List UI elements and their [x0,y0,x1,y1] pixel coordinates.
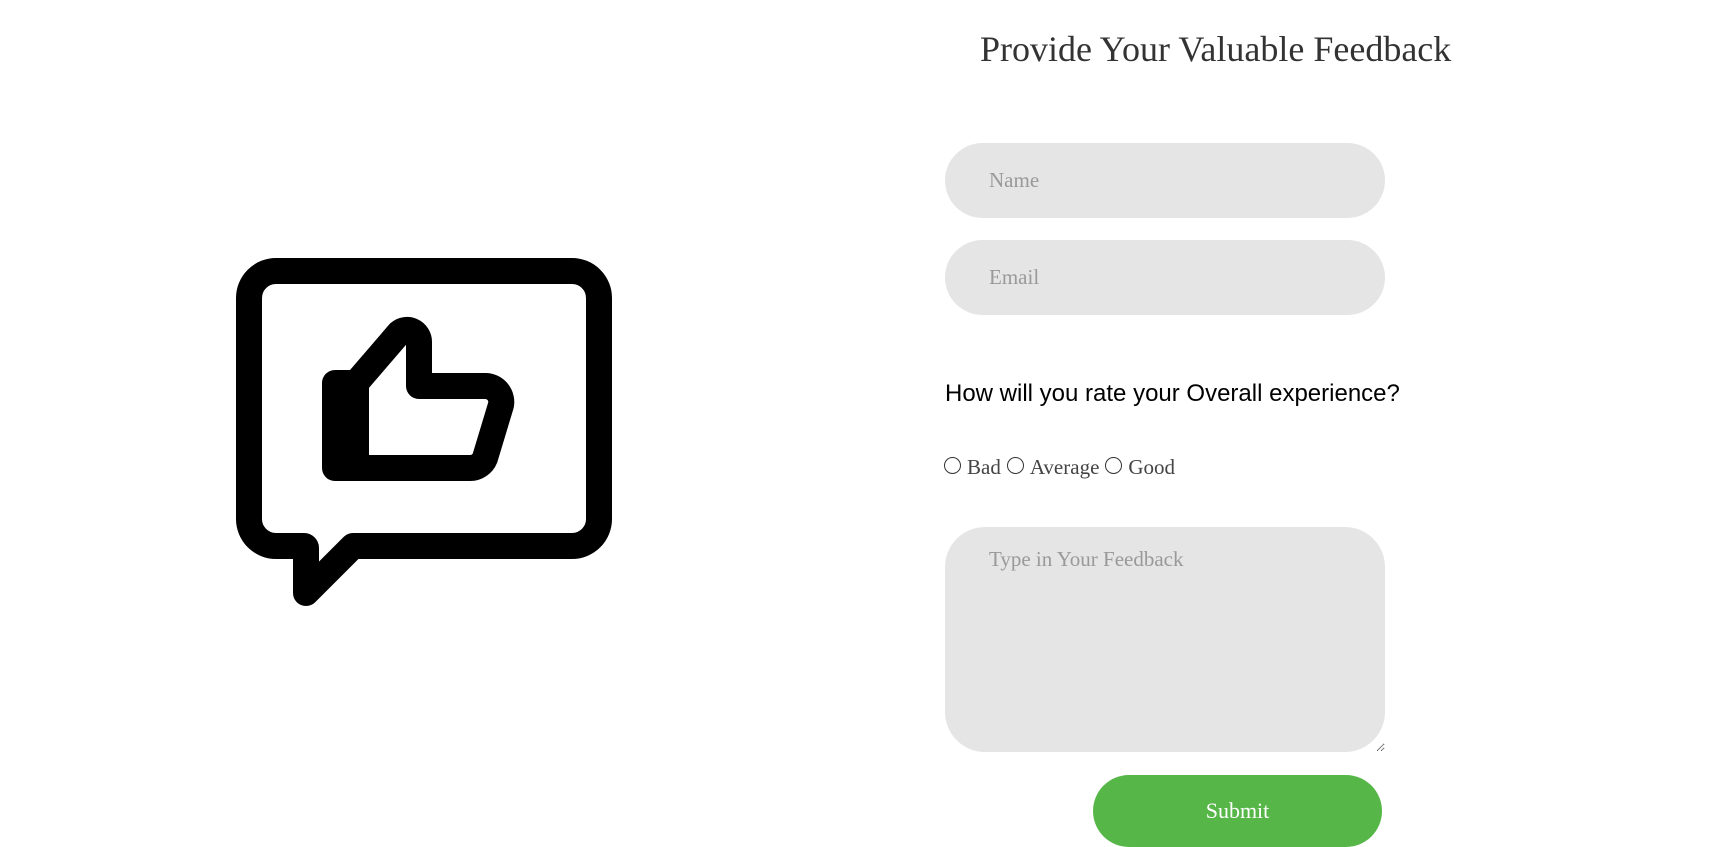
email-input[interactable] [945,240,1385,315]
radio-button-good[interactable] [1105,457,1123,474]
feedback-textarea[interactable] [945,527,1385,752]
rating-option-bad[interactable]: Bad [944,455,1001,480]
speech-bubble-outline [236,258,612,606]
rating-option-good[interactable]: Good [1105,455,1175,480]
rating-label-bad: Bad [967,455,1001,479]
rating-options: Bad Average Good [944,455,1181,480]
rating-option-average[interactable]: Average [1006,455,1100,480]
submit-button[interactable]: Submit [1093,775,1382,847]
rating-label-good: Good [1128,455,1176,479]
rating-label-average: Average [1029,455,1100,479]
page-title: Provide Your Valuable Feedback [980,29,1452,69]
name-input[interactable] [945,143,1385,218]
radio-button-average[interactable] [1006,457,1024,474]
thumbs-up-speech-bubble-icon [236,258,612,620]
thumb-body-shape [343,316,515,481]
radio-button-bad[interactable] [944,457,961,474]
rating-question: How will you rate your Overall experienc… [945,380,1400,407]
feedback-illustration [236,258,612,606]
